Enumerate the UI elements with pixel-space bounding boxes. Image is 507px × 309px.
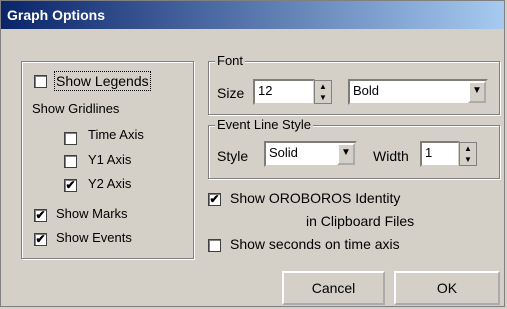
- check-icon: ✔: [35, 208, 46, 222]
- y1-axis-label[interactable]: Y1 Axis: [88, 152, 131, 168]
- font-size-value: 12: [258, 83, 273, 98]
- check-icon: ✔: [65, 178, 76, 192]
- title-bar: Graph Options: [1, 1, 504, 29]
- oroboros-identity-checkbox[interactable]: ✔: [208, 193, 221, 206]
- time-axis-checkbox[interactable]: [64, 132, 77, 145]
- event-width-spinner[interactable]: ▲ ▼: [459, 142, 477, 166]
- oroboros-identity-label-line1[interactable]: Show OROBOROS Identity: [230, 190, 400, 206]
- show-legends-checkbox[interactable]: [34, 75, 47, 88]
- font-style-value: Bold: [353, 83, 380, 98]
- spin-down-icon[interactable]: ▼: [315, 92, 331, 103]
- font-size-field[interactable]: 12: [253, 79, 315, 105]
- y1-axis-checkbox[interactable]: [64, 155, 77, 168]
- font-group-label: Font: [215, 53, 246, 69]
- y2-axis-checkbox[interactable]: ✔: [64, 179, 77, 192]
- ok-button[interactable]: OK: [394, 271, 500, 305]
- event-width-value: 1: [425, 145, 433, 160]
- window-title: Graph Options: [7, 7, 105, 23]
- graph-options-dialog: Graph Options Show Legends Show Gridline…: [0, 0, 505, 307]
- spin-up-icon[interactable]: ▲: [315, 81, 331, 92]
- spin-up-icon[interactable]: ▲: [460, 143, 476, 154]
- show-legends-label[interactable]: Show Legends: [54, 71, 151, 91]
- time-axis-label[interactable]: Time Axis: [88, 127, 144, 143]
- font-size-label: Size: [217, 85, 245, 101]
- event-style-label: Style: [217, 148, 249, 164]
- show-events-checkbox[interactable]: ✔: [34, 233, 47, 246]
- font-style-select[interactable]: Bold: [348, 79, 488, 105]
- event-style-dropdown-icon[interactable]: ▼: [337, 143, 355, 165]
- oroboros-identity-label-line2[interactable]: in Clipboard Files: [306, 213, 414, 229]
- event-line-style-label: Event Line Style: [215, 117, 313, 133]
- show-seconds-checkbox[interactable]: [208, 239, 221, 252]
- event-width-field[interactable]: 1: [420, 141, 460, 167]
- cancel-button-label: Cancel: [311, 280, 356, 296]
- check-icon: ✔: [35, 232, 46, 246]
- show-gridlines-heading: Show Gridlines: [32, 101, 120, 116]
- check-icon: ✔: [209, 192, 220, 206]
- font-style-dropdown-icon[interactable]: ▼: [468, 81, 486, 103]
- cancel-button[interactable]: Cancel: [282, 271, 385, 305]
- show-marks-checkbox[interactable]: ✔: [34, 209, 47, 222]
- show-events-label[interactable]: Show Events: [56, 230, 132, 246]
- show-seconds-label[interactable]: Show seconds on time axis: [230, 236, 400, 252]
- y2-axis-label[interactable]: Y2 Axis: [88, 176, 131, 192]
- show-marks-label[interactable]: Show Marks: [56, 206, 128, 222]
- font-size-spinner[interactable]: ▲ ▼: [314, 80, 332, 104]
- event-style-value: Solid: [269, 145, 298, 160]
- spin-down-icon[interactable]: ▼: [460, 154, 476, 165]
- event-width-label: Width: [373, 148, 409, 164]
- ok-button-label: OK: [436, 280, 458, 296]
